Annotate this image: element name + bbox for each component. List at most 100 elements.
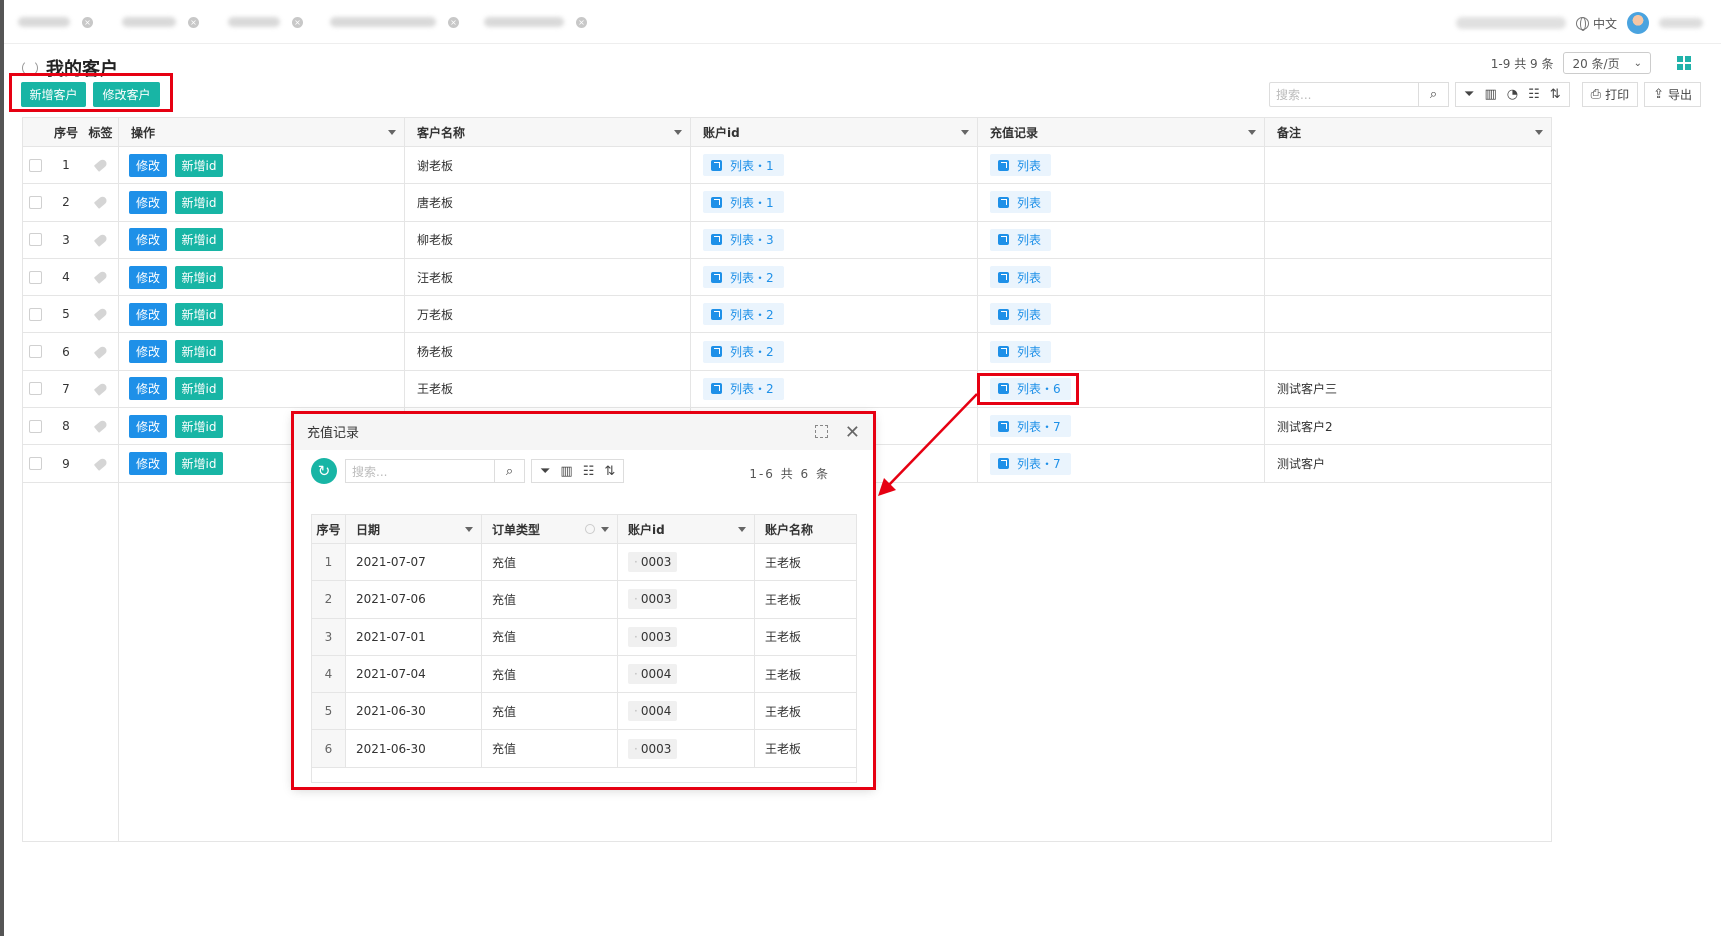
- account-list-link[interactable]: 列表・1: [703, 191, 784, 214]
- tag-icon[interactable]: [93, 456, 108, 471]
- recharge-list-link[interactable]: 列表: [990, 303, 1052, 326]
- tab-2[interactable]: ×: [122, 14, 199, 30]
- table-row[interactable]: 4 2021-07-04 充值 0004 王老板: [312, 655, 856, 694]
- recharge-list-link[interactable]: 列表: [990, 154, 1052, 177]
- export-button[interactable]: ⇪ 导出: [1644, 82, 1701, 107]
- recharge-list-link[interactable]: 列表・7: [990, 452, 1071, 475]
- account-list-link[interactable]: 列表・2: [703, 266, 784, 289]
- close-icon[interactable]: ×: [448, 16, 459, 28]
- tab-3[interactable]: ×: [228, 14, 303, 30]
- tag-icon[interactable]: [93, 344, 108, 359]
- account-chip[interactable]: 0003: [628, 626, 678, 647]
- tag-icon[interactable]: [93, 382, 108, 396]
- add-id-button[interactable]: 新增id: [175, 452, 223, 476]
- tab-4[interactable]: ×: [330, 14, 459, 30]
- recharge-list-link[interactable]: 列表: [990, 266, 1052, 289]
- sort-icon[interactable]: ⇅: [1550, 88, 1561, 101]
- refresh-icon[interactable]: ↻: [311, 458, 337, 484]
- recharge-list-link[interactable]: 列表: [990, 191, 1052, 214]
- popup-search-input[interactable]: 搜索...: [345, 459, 495, 483]
- account-chip[interactable]: 0003: [628, 738, 678, 759]
- tag-icon[interactable]: [93, 419, 108, 434]
- add-id-button[interactable]: 新增id: [175, 377, 223, 401]
- row-checkbox[interactable]: [29, 195, 42, 209]
- edit-row-button[interactable]: 修改: [129, 302, 167, 326]
- close-icon[interactable]: ×: [576, 16, 587, 28]
- caret-down-icon[interactable]: [674, 130, 682, 135]
- edit-row-button[interactable]: 修改: [129, 340, 167, 364]
- table-row[interactable]: 3 修改 新增id 柳老板 列表・3 列表: [23, 221, 1551, 259]
- help-icon[interactable]: [585, 524, 595, 534]
- tag-icon[interactable]: [93, 232, 108, 247]
- add-id-button[interactable]: 新增id: [175, 228, 223, 252]
- close-icon[interactable]: ✕: [845, 422, 860, 443]
- add-id-button[interactable]: 新增id: [175, 302, 223, 326]
- row-checkbox[interactable]: [29, 270, 42, 284]
- table-row[interactable]: 6 2021-06-30 充值 0003 王老板: [312, 730, 856, 768]
- tag-icon[interactable]: [93, 270, 108, 284]
- search-button[interactable]: ⌕: [1419, 82, 1450, 107]
- add-id-button[interactable]: 新增id: [175, 190, 223, 214]
- edit-row-button[interactable]: 修改: [129, 228, 167, 252]
- table-row[interactable]: 1 2021-07-07 充值 0003 王老板: [312, 544, 856, 582]
- account-chip[interactable]: 0004: [628, 664, 678, 685]
- edit-row-button[interactable]: 修改: [129, 414, 167, 438]
- search-input[interactable]: 搜索...: [1269, 82, 1420, 107]
- caret-down-icon[interactable]: [601, 527, 609, 532]
- account-list-link[interactable]: 列表・3: [703, 228, 784, 251]
- add-customer-button[interactable]: 新增客户: [21, 82, 86, 107]
- caret-down-icon[interactable]: [388, 130, 396, 135]
- add-id-button[interactable]: 新增id: [175, 414, 223, 438]
- row-checkbox[interactable]: [29, 158, 42, 172]
- caret-down-icon[interactable]: [465, 527, 473, 532]
- account-list-link[interactable]: 列表・2: [703, 340, 784, 363]
- edit-row-button[interactable]: 修改: [129, 377, 167, 401]
- col-name[interactable]: 客户名称: [405, 118, 691, 146]
- settings-list-icon[interactable]: ☷: [583, 465, 595, 478]
- close-icon[interactable]: ×: [188, 16, 199, 28]
- edit-row-button[interactable]: 修改: [129, 452, 167, 476]
- edit-customer-button[interactable]: 修改客户: [93, 82, 160, 107]
- add-id-button[interactable]: 新增id: [175, 340, 223, 364]
- edit-row-button[interactable]: 修改: [129, 265, 167, 289]
- col-note[interactable]: 备注: [1265, 118, 1551, 146]
- caret-down-icon[interactable]: [961, 130, 969, 135]
- tag-icon[interactable]: [93, 195, 108, 210]
- tab-5[interactable]: ×: [484, 14, 587, 30]
- add-id-button[interactable]: 新增id: [175, 153, 223, 177]
- language-switch[interactable]: 中文: [1575, 15, 1617, 32]
- popup-search-button[interactable]: ⌕: [495, 459, 525, 483]
- tag-icon[interactable]: [93, 307, 108, 322]
- chart-icon[interactable]: ▥: [1484, 88, 1496, 101]
- recharge-list-link[interactable]: 列表: [990, 340, 1052, 363]
- caret-down-icon[interactable]: [1248, 130, 1256, 135]
- table-row[interactable]: 2 2021-07-06 充值 0003 王老板: [312, 581, 856, 619]
- account-list-link[interactable]: 列表・2: [703, 377, 784, 400]
- grid-icon[interactable]: [1677, 56, 1691, 70]
- edit-row-button[interactable]: 修改: [129, 190, 167, 214]
- col-op[interactable]: 操作: [119, 118, 405, 146]
- close-icon[interactable]: ×: [82, 16, 93, 28]
- edit-row-button[interactable]: 修改: [129, 153, 167, 177]
- account-chip[interactable]: 0003: [628, 552, 678, 573]
- recharge-list-link[interactable]: 列表・7: [990, 415, 1071, 438]
- page-size-select[interactable]: 20 条/页 ⌄: [1563, 52, 1651, 74]
- print-button[interactable]: ⎙ 打印: [1581, 82, 1639, 107]
- settings-list-icon[interactable]: ☷: [1528, 88, 1540, 101]
- row-checkbox[interactable]: [29, 345, 42, 359]
- table-row[interactable]: 4 修改 新增id 汪老板 列表・2 列表: [23, 258, 1551, 297]
- recharge-list-link[interactable]: 列表: [990, 228, 1052, 251]
- close-icon[interactable]: ×: [292, 16, 303, 28]
- account-chip[interactable]: 0004: [628, 701, 678, 722]
- table-row[interactable]: 2 修改 新增id 唐老板 列表・1 列表: [23, 184, 1551, 222]
- table-row[interactable]: 3 2021-07-01 充值 0003 王老板: [312, 618, 856, 656]
- account-list-link[interactable]: 列表・2: [703, 303, 784, 326]
- table-row[interactable]: 7 修改 新增id 王老板 列表・2 列表・6 测试客户三: [23, 370, 1551, 409]
- row-checkbox[interactable]: [29, 419, 42, 433]
- row-checkbox[interactable]: [29, 233, 42, 247]
- pcol-type[interactable]: 订单类型: [482, 515, 618, 543]
- user-name[interactable]: [1659, 18, 1703, 28]
- pcol-account[interactable]: 账户id: [618, 515, 755, 543]
- col-account[interactable]: 账户id: [691, 118, 978, 146]
- row-checkbox[interactable]: [29, 307, 42, 321]
